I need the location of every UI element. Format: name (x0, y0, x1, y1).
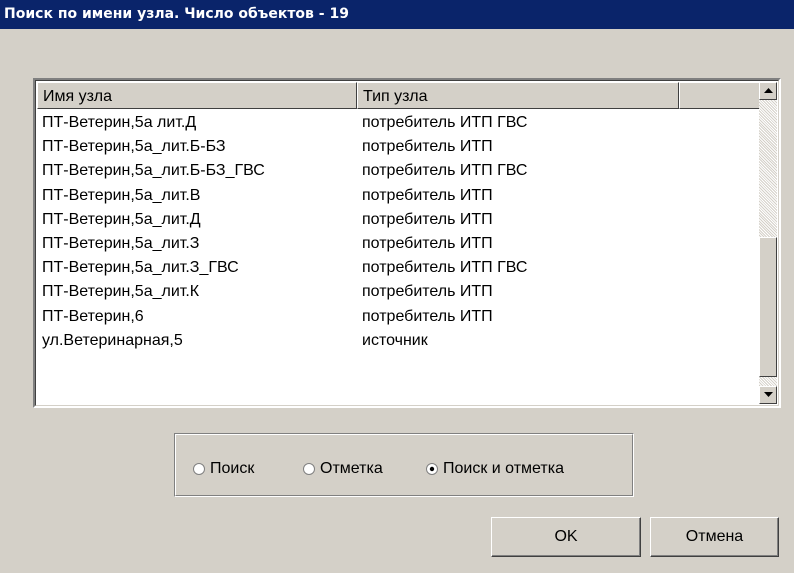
scroll-up-button[interactable] (759, 82, 777, 100)
node-name-cell: ул.Ветеринарная,5 (42, 331, 183, 349)
node-name-cell: ПТ-Ветерин,5а_лит.З (42, 235, 200, 252)
node-type-cell: потребитель ИТП ГВС (362, 162, 528, 180)
nodes-list[interactable]: Имя узла Тип узла ПТ-Ветерин,5а лит.Д пот… (33, 78, 781, 408)
radio-search-label: Поиск (210, 460, 255, 477)
scroll-down-arrow-icon (764, 392, 773, 397)
radio-unchecked-icon (303, 463, 315, 475)
node-type-cell: потребитель ИТП (362, 307, 493, 325)
list-item[interactable]: ПТ-Ветерин,5а_лит.З_ГВС потребитель ИТП Г… (36, 256, 756, 282)
node-type-cell: потребитель ИТП (362, 210, 493, 228)
list-item[interactable]: ПТ-Ветерин,5а_лит.Д потребитель ИТП (36, 208, 756, 234)
cancel-button[interactable]: Отмена (650, 517, 779, 557)
node-name-cell: ПТ-Ветерин,6 (42, 307, 144, 325)
node-type-cell: потребитель ИТП (362, 138, 493, 156)
mode-group: Поиск Отметка Поиск и отметка (174, 433, 634, 497)
node-name-cell: ПТ-Ветерин,5а_лит.Д (42, 210, 201, 228)
node-type-cell: потребитель ИТП (362, 235, 493, 252)
list-item[interactable]: ул.Ветеринарная,5 источник (36, 329, 756, 355)
node-name-cell: ПТ-Ветерин,5а_лит.К (42, 283, 200, 301)
window-title: Поиск по имени узла. Число объектов - 19 (4, 6, 349, 22)
scroll-up-arrow-icon (764, 88, 773, 93)
node-name-cell: ПТ-Ветерин,5а_лит.Б-БЗ_ГВС (42, 162, 265, 180)
list-item[interactable]: ПТ-Ветерин,5а_лит.В потребитель ИТП (36, 184, 756, 210)
column-header-type[interactable]: Тип узла (357, 82, 679, 109)
radio-checked-icon (426, 463, 438, 475)
radio-search-and-mark-label: Поиск и отметка (443, 460, 564, 477)
scroll-thumb[interactable] (759, 237, 777, 377)
column-header-extra[interactable] (679, 82, 762, 109)
list-item[interactable]: ПТ-Ветерин,6 потребитель ИТП (36, 305, 756, 331)
node-name-cell: ПТ-Ветерин,5а_лит.Б-БЗ (42, 138, 226, 156)
dialog-window: Поиск по имени узла. Число объектов - 19… (0, 0, 794, 573)
radio-unchecked-icon (193, 463, 205, 475)
vertical-scrollbar[interactable] (759, 82, 777, 404)
node-type-cell: потребитель ИТП (362, 186, 493, 204)
node-type-cell: потребитель ИТП ГВС (362, 259, 528, 277)
list-item[interactable]: ПТ-Ветерин,5а_лит.Б-БЗ_ГВС потребитель ИТ… (36, 159, 756, 185)
radio-mark-label: Отметка (320, 460, 383, 477)
list-item[interactable]: ПТ-Ветерин,5а_лит.Б-БЗ потребитель ИТП (36, 135, 756, 161)
list-item[interactable]: ПТ-Ветерин,5а лит.Д потребитель ИТП ГВС (36, 111, 756, 137)
node-type-cell: источник (362, 331, 428, 349)
title-bar[interactable]: Поиск по имени узла. Число объектов - 19 (0, 0, 794, 29)
ok-button[interactable]: OK (491, 517, 641, 557)
node-type-cell: потребитель ИТП (362, 283, 493, 301)
node-name-cell: ПТ-Ветерин,5а лит.Д (42, 114, 197, 131)
list-item[interactable]: ПТ-Ветерин,5а_лит.З потребитель ИТП (36, 232, 756, 258)
node-name-cell: ПТ-Ветерин,5а_лит.В (42, 186, 201, 204)
scroll-down-button[interactable] (759, 386, 777, 404)
column-header-name[interactable]: Имя узла (37, 82, 357, 109)
list-item[interactable]: ПТ-Ветерин,5а_лит.К потребитель ИТП (36, 280, 756, 306)
node-type-cell: потребитель ИТП ГВС (362, 114, 528, 131)
node-name-cell: ПТ-Ветерин,5а_лит.З_ГВС (42, 259, 239, 277)
